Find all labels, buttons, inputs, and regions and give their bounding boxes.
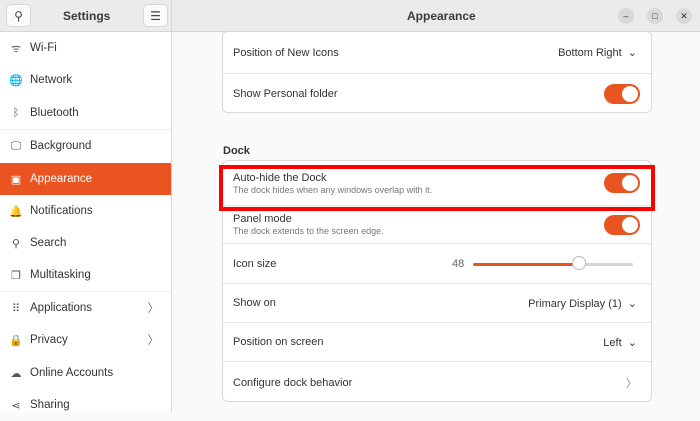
autohide-description: The dock hides when any windows overlap … [233, 184, 433, 195]
sidebar-item-label: Bluetooth [30, 107, 79, 119]
position-dropdown[interactable]: Left ⌄ [603, 336, 637, 349]
main-content: Position of New Icons Bottom Right ⌄ Sho… [173, 31, 700, 412]
position-row[interactable]: Position on screen Left ⌄ [223, 323, 651, 362]
sidebar-header: ⚲ Settings ☰ [0, 0, 172, 32]
hamburger-icon: ☰ [150, 8, 161, 23]
icon-size-slider[interactable] [473, 256, 633, 270]
show-on-label: Show on [233, 297, 276, 309]
position-new-icons-label: Position of New Icons [233, 46, 339, 59]
sidebar-item-network[interactable]: 🌐 Network [0, 64, 171, 96]
sidebar-item-notifications[interactable]: 🔔 Notifications [0, 195, 171, 227]
minimize-button[interactable]: – [618, 8, 634, 24]
lock-icon: 🔒 [9, 334, 23, 347]
globe-icon: 🌐 [9, 74, 23, 87]
sidebar-separator [0, 129, 171, 130]
sidebar-item-label: Multitasking [30, 269, 91, 281]
grid-icon: ⠿ [11, 302, 21, 315]
header-bar: ⚲ Settings ☰ Appearance – □ ✕ [0, 0, 700, 32]
menu-button[interactable]: ☰ [143, 4, 168, 27]
sidebar-item-appearance[interactable]: ▣ Appearance [0, 163, 171, 195]
autohide-row: Auto-hide the Dock The dock hides when an… [223, 161, 651, 206]
sidebar-item-label: Notifications [30, 205, 93, 217]
chevron-down-icon: ⌄ [627, 336, 637, 349]
sidebar-item-label: Appearance [30, 173, 93, 185]
configure-dock-row[interactable]: Configure dock behavior 〉 [223, 362, 651, 401]
bell-icon: 🔔 [9, 205, 23, 218]
personal-folder-row: Show Personal folder [223, 74, 651, 112]
position-new-icons-row[interactable]: Position of New Icons Bottom Right ⌄ [223, 32, 651, 74]
panel-mode-label: Panel mode [233, 213, 292, 225]
page-title: Appearance [407, 9, 476, 23]
sidebar-item-applications[interactable]: ⠿ Applications 〉 [0, 292, 171, 324]
wifi-icon: ᯤ [10, 42, 22, 55]
personal-folder-label: Show Personal folder [233, 88, 338, 100]
chevron-down-icon: ⌄ [627, 297, 637, 310]
sidebar-item-label: Privacy [30, 334, 68, 346]
close-icon: ✕ [680, 10, 688, 21]
sidebar-item-privacy[interactable]: 🔒 Privacy 〉 [0, 324, 171, 356]
chevron-right-icon: 〉 [147, 335, 160, 347]
sidebar-item-label: Network [30, 74, 73, 86]
sidebar-item-label: Wi-Fi [30, 42, 57, 54]
sidebar-item-label: Applications [30, 302, 93, 314]
sidebar-item-search[interactable]: ⚲ Search [0, 227, 171, 259]
search-button[interactable]: ⚲ [6, 4, 31, 27]
bluetooth-icon: ᛒ [12, 107, 20, 119]
cloud-icon: ☁ [10, 367, 22, 380]
show-on-row[interactable]: Show on Primary Display (1) ⌄ [223, 284, 651, 323]
sidebar-separator [0, 291, 171, 292]
icon-size-label: Icon size [233, 257, 277, 270]
sidebar-item-label: Sharing [30, 399, 70, 411]
chevron-right-icon: 〉 [147, 303, 160, 315]
dock-heading: Dock [223, 145, 250, 157]
maximize-button[interactable]: □ [647, 8, 663, 24]
sidebar-item-bluetooth[interactable]: ᛒ Bluetooth [0, 97, 171, 129]
multitasking-icon: ❐ [11, 269, 21, 282]
icon-size-row: Icon size 48 [223, 244, 651, 284]
maximize-icon: □ [652, 11, 658, 21]
sidebar-item-label: Online Accounts [30, 367, 114, 379]
position-label: Position on screen [233, 336, 324, 348]
show-on-dropdown[interactable]: Primary Display (1) ⌄ [528, 297, 637, 310]
sidebar-item-label: Search [30, 237, 67, 249]
sidebar-item-multitasking[interactable]: ❐ Multitasking [0, 259, 171, 291]
appearance-icon: ▣ [10, 173, 22, 186]
sidebar-item-sharing[interactable]: ⋖ Sharing [0, 389, 171, 421]
monitor-icon: 🖵 [10, 139, 22, 152]
panel-mode-row: Panel mode The dock extends to the screen… [223, 206, 651, 244]
panel-mode-toggle[interactable] [604, 214, 640, 235]
desktop-icons-card: Position of New Icons Bottom Right ⌄ Sho… [222, 31, 652, 113]
position-new-icons-dropdown[interactable]: Bottom Right ⌄ [558, 46, 637, 59]
search-icon: ⚲ [11, 237, 21, 250]
sidebar-item-label: Background [30, 140, 92, 152]
panel-mode-description: The dock extends to the screen edge. [233, 226, 384, 236]
chevron-right-icon: 〉 [626, 377, 637, 390]
sidebar: ᯤ Wi-Fi 🌐 Network ᛒ Bluetooth 🖵 Background ▣ Appe… [0, 32, 172, 412]
dock-card: Auto-hide the Dock The dock hides when an… [222, 160, 652, 402]
chevron-down-icon: ⌄ [627, 47, 637, 59]
minimize-icon: – [623, 11, 629, 21]
close-button[interactable]: ✕ [676, 8, 692, 24]
share-icon: ⋖ [11, 399, 21, 412]
autohide-toggle[interactable] [604, 173, 640, 193]
slider-handle[interactable] [571, 256, 586, 270]
sidebar-item-background[interactable]: 🖵 Background [0, 130, 171, 162]
search-icon: ⚲ [14, 8, 23, 23]
autohide-label: Auto-hide the Dock [233, 171, 327, 184]
configure-dock-label: Configure dock behavior [233, 376, 353, 389]
sidebar-item-online-accounts[interactable]: ☁ Online Accounts [0, 357, 171, 389]
personal-folder-toggle[interactable] [604, 84, 640, 104]
icon-size-value: 48 [452, 257, 465, 270]
sidebar-item-wi-fi[interactable]: ᯤ Wi-Fi [0, 32, 171, 64]
slider-fill [473, 263, 579, 266]
sidebar-title: Settings [63, 9, 111, 23]
